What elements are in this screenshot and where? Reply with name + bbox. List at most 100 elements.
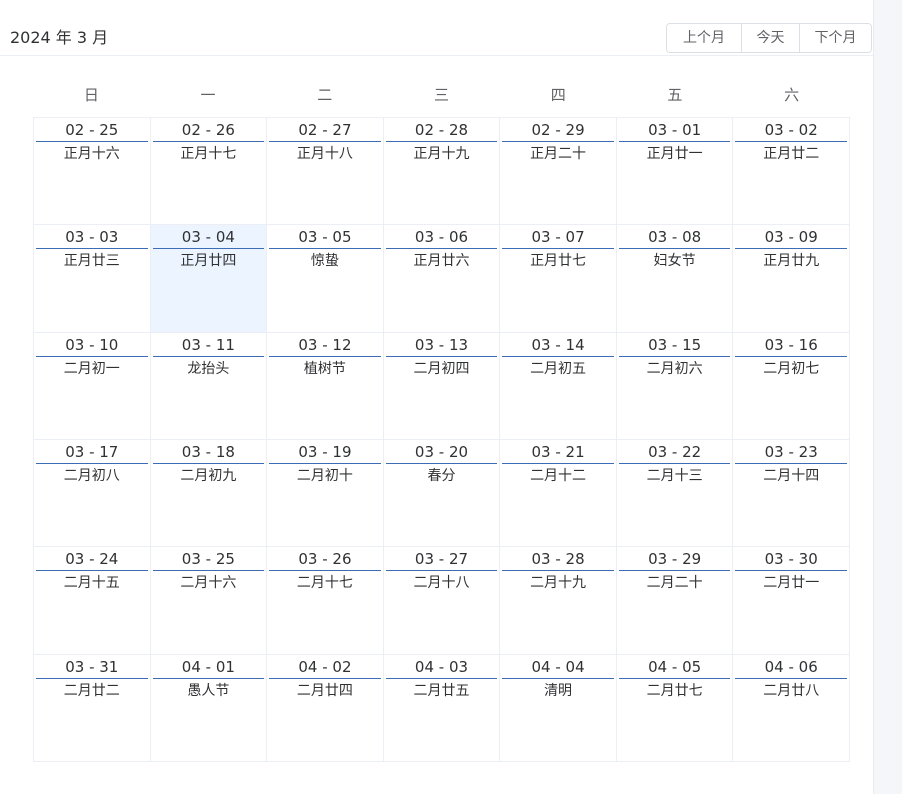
day-cell[interactable]: 02 - 26 正月十七 [150,118,268,226]
day-lunar-label: 二月十二 [530,468,587,484]
weekday-monday: 一 [200,86,216,104]
day-cell[interactable]: 03 - 11 龙抬头 [150,332,268,440]
day-lunar-label: 二月十五 [63,575,120,592]
day-lunar-label: 妇女节 [653,253,696,270]
day-cell[interactable]: 03 - 17 二月初八 [34,440,151,548]
day-lunar-label: 二月廿七 [646,682,703,699]
day-date-label: 02 - 29 [502,121,614,142]
day-cell[interactable]: 04 - 05 二月廿七 [616,654,734,762]
day-lunar-label: 正月二十 [530,146,587,162]
calendar-grid: 02 - 25 正月十六 02 - 26 正月十七 02 - 27 正月十八 02 - 28… [33,117,850,762]
day-date-label: 03 - 16 [735,336,847,357]
day-cell[interactable]: 04 - 04 清明 [500,654,617,762]
day-date-label: 03 - 25 [152,550,265,572]
day-cell[interactable]: 03 - 19 二月初十 [267,440,384,548]
weekday-friday: 五 [667,86,683,104]
day-date-label: 03 - 18 [152,443,265,464]
day-cell[interactable]: 03 - 22 二月十三 [616,440,734,548]
day-date-label: 03 - 03 [36,228,148,250]
day-cell[interactable]: 03 - 28 二月十九 [500,547,617,655]
day-date-label: 03 - 12 [269,336,381,357]
day-cell[interactable]: 03 - 24 二月十五 [34,547,151,655]
day-lunar-label: 正月廿九 [763,253,820,270]
day-lunar-label: 二月初十 [296,468,353,484]
day-date-label: 03 - 26 [269,550,381,572]
day-lunar-label: 二月初五 [530,360,587,377]
day-date-label: 03 - 09 [735,228,847,250]
day-cell[interactable]: 02 - 25 正月十六 [34,118,151,226]
day-date-label: 03 - 01 [618,121,731,142]
day-lunar-label: 龙抬头 [187,360,230,377]
weekday-saturday: 六 [784,86,800,104]
calendar-header: 2024 年 3 月 上个月 今天 下个月 [0,0,873,56]
day-cell[interactable]: 04 - 02 二月廿四 [267,654,384,762]
day-cell[interactable]: 03 - 25 二月十六 [150,547,268,655]
day-lunar-label: 二月廿八 [763,682,820,699]
day-cell[interactable]: 03 - 15 二月初六 [616,332,734,440]
weekday-sunday: 日 [83,86,99,104]
day-lunar-label: 二月初七 [763,360,820,377]
day-cell[interactable]: 03 - 12 植树节 [267,332,384,440]
day-cell[interactable]: 02 - 27 正月十八 [267,118,384,226]
day-date-label: 02 - 26 [152,121,265,142]
day-date-label: 03 - 17 [36,443,148,464]
next-month-button[interactable]: 下个月 [799,24,871,52]
day-lunar-label: 二月廿一 [763,575,820,592]
day-cell[interactable]: 04 - 06 二月廿八 [733,654,850,762]
day-cell[interactable]: 03 - 03 正月廿三 [34,225,151,333]
month-nav-button-group: 上个月 今天 下个月 [666,23,872,53]
weekday-header-row: 日 一 二 三 四 五 六 [33,84,850,106]
day-cell[interactable]: 03 - 31 二月廿二 [34,654,151,762]
day-cell[interactable]: 03 - 29 二月二十 [616,547,734,655]
day-lunar-label: 正月廿七 [530,253,587,270]
month-title: 2024 年 3 月 [10,28,109,47]
day-cell[interactable]: 03 - 18 二月初九 [150,440,268,548]
day-cell[interactable]: 03 - 21 二月十二 [500,440,617,548]
day-cell[interactable]: 03 - 27 二月十八 [383,547,501,655]
day-cell[interactable]: 04 - 03 二月廿五 [383,654,501,762]
day-date-label: 02 - 28 [385,121,498,142]
day-date-label: 03 - 20 [385,443,498,464]
day-cell[interactable]: 03 - 05 惊蛰 [267,225,384,333]
day-lunar-label: 正月廿四 [180,253,237,270]
page-scrollbar[interactable] [873,0,902,794]
day-cell[interactable]: 03 - 01 正月廿一 [616,118,734,226]
day-cell[interactable]: 03 - 06 正月廿六 [383,225,501,333]
day-lunar-label: 二月十九 [530,575,587,592]
day-cell[interactable]: 03 - 08 妇女节 [616,225,734,333]
day-cell[interactable]: 03 - 07 正月廿七 [500,225,617,333]
calendar-page: 2024 年 3 月 上个月 今天 下个月 日 一 二 三 四 五 六 02 -… [0,0,902,794]
day-cell[interactable]: 03 - 23 二月十四 [733,440,850,548]
day-cell[interactable]: 04 - 01 愚人节 [150,654,268,762]
day-lunar-label: 二月初四 [413,360,470,377]
day-cell[interactable]: 03 - 16 二月初七 [733,332,850,440]
day-lunar-label: 二月初一 [63,360,120,377]
day-lunar-label: 二月廿五 [413,682,470,699]
day-lunar-label: 二月廿四 [296,682,353,699]
day-date-label: 03 - 11 [152,336,265,357]
day-cell[interactable]: 02 - 29 正月二十 [500,118,617,226]
day-cell[interactable]: 03 - 14 二月初五 [500,332,617,440]
day-cell[interactable]: 03 - 30 二月廿一 [733,547,850,655]
day-cell[interactable]: 03 - 20 春分 [383,440,501,548]
today-button[interactable]: 今天 [741,24,799,52]
day-lunar-label: 植树节 [303,360,346,377]
day-date-label: 03 - 30 [735,550,847,572]
day-cell[interactable]: 02 - 28 正月十九 [383,118,501,226]
day-cell[interactable]: 03 - 02 正月廿二 [733,118,850,226]
day-date-label: 03 - 22 [618,443,731,464]
day-date-label: 03 - 24 [36,550,148,572]
day-date-label: 03 - 06 [385,228,498,250]
day-cell[interactable]: 03 - 13 二月初四 [383,332,501,440]
previous-month-button[interactable]: 上个月 [667,24,741,52]
day-date-label: 04 - 03 [385,658,498,679]
day-lunar-label: 二月廿二 [63,682,120,699]
day-cell[interactable]: 03 - 10 二月初一 [34,332,151,440]
day-cell[interactable]: 03 - 09 正月廿九 [733,225,850,333]
day-lunar-label: 正月廿一 [646,146,703,162]
day-lunar-label: 愚人节 [187,682,230,699]
day-date-label: 03 - 23 [735,443,847,464]
day-lunar-label: 二月初八 [63,468,120,484]
day-cell[interactable]: 03 - 26 二月十七 [267,547,384,655]
day-cell[interactable]: 03 - 04 正月廿四 [150,225,268,333]
